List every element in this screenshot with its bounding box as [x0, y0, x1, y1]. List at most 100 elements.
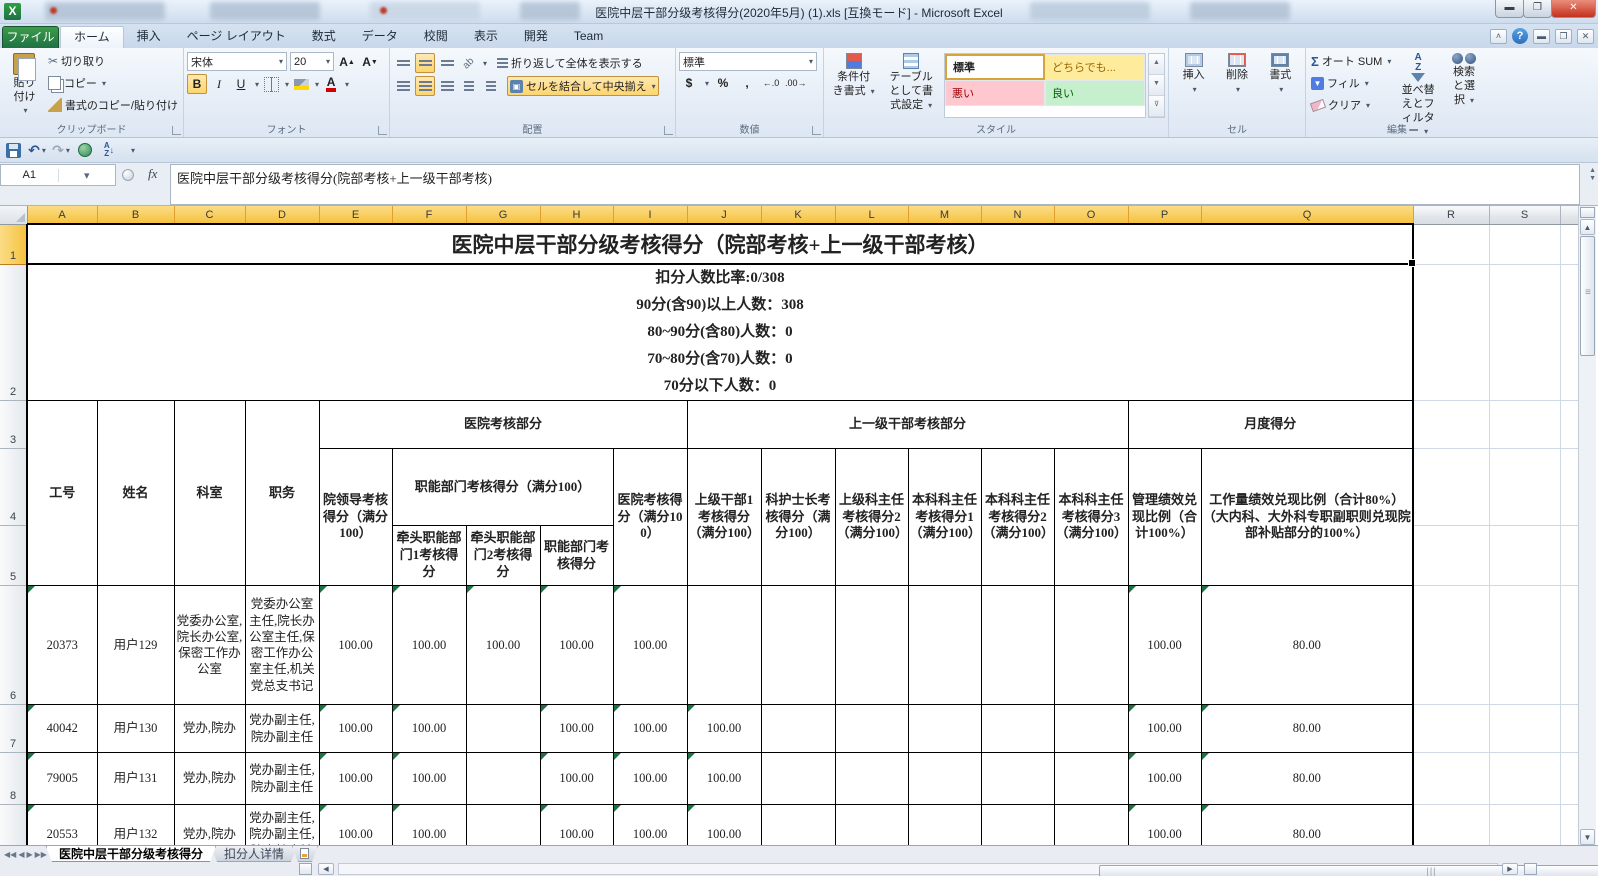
formula-input[interactable]: 医院中层干部分级考核得分(院部考核+上一级干部考核): [170, 164, 1580, 205]
cell-B9[interactable]: 用户132: [97, 805, 174, 846]
formula-bar-expand-icon[interactable]: ▲▼: [1589, 167, 1596, 183]
cell-R3[interactable]: [1413, 401, 1489, 449]
column-header-O[interactable]: O: [1054, 206, 1128, 224]
cell-I9[interactable]: 100.00: [613, 805, 687, 846]
vertical-scroll-thumb[interactable]: [1580, 236, 1595, 356]
scroll-up-icon[interactable]: ▲: [1580, 219, 1595, 235]
cell-D9[interactable]: 党办副主任,院办副主任,院史档案馆: [245, 805, 319, 846]
scroll-right-icon[interactable]: ▶: [1502, 863, 1518, 875]
cell-D8[interactable]: 党办副主任,院办副主任: [245, 753, 319, 805]
cell-R1[interactable]: [1413, 224, 1489, 264]
row-header-9[interactable]: 9: [0, 805, 27, 846]
cell-O8[interactable]: [1054, 753, 1128, 805]
cell-H8[interactable]: 100.00: [540, 753, 613, 805]
cell-N6[interactable]: [981, 586, 1054, 705]
column-header-B[interactable]: B: [97, 206, 174, 224]
stats-summary-cell[interactable]: 扣分人数比率:0/308 90分(含90)以上人数：308 80~90分(含80…: [27, 264, 1413, 401]
header-col-g[interactable]: 牵头职能部门2考核得分: [466, 526, 540, 586]
cell-D6[interactable]: 党委办公室主任,院长办公室主任,保密工作办公室主任,机关党总支书记: [245, 586, 319, 705]
column-header-D[interactable]: D: [245, 206, 319, 224]
ribbon-tab-9[interactable]: Team: [561, 26, 616, 48]
underline-button[interactable]: U: [231, 74, 251, 94]
header-col-m[interactable]: 本科科主任考核得分1（满分100）: [908, 449, 981, 586]
tab-split-box[interactable]: [299, 863, 312, 875]
cell-G6[interactable]: 100.00: [466, 586, 540, 705]
cell-A7[interactable]: 40042: [27, 705, 97, 753]
cell-I8[interactable]: 100.00: [613, 753, 687, 805]
cell-S9[interactable]: [1489, 805, 1560, 846]
number-format-combo[interactable]: 標準▾: [679, 52, 817, 71]
row-header-4[interactable]: 4: [0, 449, 27, 526]
workbook-restore-icon[interactable]: ❐: [1555, 29, 1572, 44]
vertical-split-box[interactable]: [1580, 207, 1595, 218]
cell-P6[interactable]: 100.00: [1128, 586, 1201, 705]
cell-O9[interactable]: [1054, 805, 1128, 846]
insert-cells-button[interactable]: 挿入▾: [1178, 50, 1210, 121]
align-bottom-icon[interactable]: [437, 53, 457, 73]
cell-G7[interactable]: [466, 705, 540, 753]
cell-J6[interactable]: [687, 586, 761, 705]
column-header-C[interactable]: C: [174, 206, 245, 224]
cell-R4[interactable]: [1413, 449, 1489, 526]
column-header-E[interactable]: E: [319, 206, 392, 224]
cell-S3[interactable]: [1489, 401, 1560, 449]
horizontal-split-box[interactable]: [1524, 863, 1537, 875]
save-icon[interactable]: [4, 141, 22, 159]
alignment-dialog-launcher-icon[interactable]: [664, 126, 673, 135]
cell-E7[interactable]: 100.00: [319, 705, 392, 753]
cell-style-bad[interactable]: 悪い: [945, 80, 1045, 106]
header-col-i[interactable]: 医院考核得分（满分100）: [613, 449, 687, 586]
workbook-close-icon[interactable]: ✕: [1577, 29, 1594, 44]
font-color-icon[interactable]: A: [321, 74, 341, 94]
cell-C8[interactable]: 党办,院办: [174, 753, 245, 805]
hyperlink-icon[interactable]: [76, 141, 94, 159]
scroll-down-icon[interactable]: ▼: [1580, 829, 1595, 845]
paste-button[interactable]: 貼り付け▾: [3, 50, 46, 121]
header-employee-id[interactable]: 工号: [27, 401, 97, 586]
cell-O7[interactable]: [1054, 705, 1128, 753]
find-select-button[interactable]: 検索と選択 ▾: [1443, 50, 1485, 121]
cell-E8[interactable]: 100.00: [319, 753, 392, 805]
cell-R5[interactable]: [1413, 526, 1489, 586]
copy-button[interactable]: コピー▾: [46, 72, 180, 94]
header-col-e[interactable]: 院领导考核得分（满分100）: [319, 449, 392, 586]
cell-style-neutral[interactable]: どちらでも...: [1045, 54, 1145, 80]
cell-L7[interactable]: [835, 705, 908, 753]
fx-icon[interactable]: fx: [148, 166, 157, 182]
column-header-A[interactable]: A: [27, 206, 97, 224]
cell-C7[interactable]: 党办,院办: [174, 705, 245, 753]
sort-ascending-icon[interactable]: AZ↓: [100, 141, 118, 159]
header-col-h[interactable]: 职能部门考核得分: [540, 526, 613, 586]
sheet-tab-1[interactable]: 医院中层干部分级考核得分: [46, 846, 216, 862]
cell-K9[interactable]: [761, 805, 835, 846]
cell-Q8[interactable]: 80.00: [1201, 753, 1413, 805]
cell-E6[interactable]: 100.00: [319, 586, 392, 705]
font-dialog-launcher-icon[interactable]: [378, 126, 387, 135]
column-header-P[interactable]: P: [1128, 206, 1201, 224]
ribbon-tab-4[interactable]: 数式: [299, 26, 349, 48]
orientation-icon[interactable]: ab: [459, 53, 479, 73]
collapse-ribbon-icon[interactable]: ˄: [1490, 29, 1507, 44]
cell-I7[interactable]: 100.00: [613, 705, 687, 753]
autosum-button[interactable]: Σオート SUM▾: [1309, 50, 1393, 72]
cell-M9[interactable]: [908, 805, 981, 846]
sheet-tab-2[interactable]: 扣分人详情: [211, 846, 297, 862]
column-header-N[interactable]: N: [981, 206, 1054, 224]
cell-style-good[interactable]: 良い: [1045, 80, 1145, 106]
format-painter-button[interactable]: 書式のコピー/貼り付け: [46, 94, 180, 116]
cell-F9[interactable]: 100.00: [392, 805, 466, 846]
cell-Q7[interactable]: 80.00: [1201, 705, 1413, 753]
align-right-icon[interactable]: [437, 76, 457, 96]
cell-A9[interactable]: 20553: [27, 805, 97, 846]
cut-button[interactable]: ✂切り取り: [46, 50, 180, 72]
cell-R7[interactable]: [1413, 705, 1489, 753]
cell-N9[interactable]: [981, 805, 1054, 846]
grow-font-icon[interactable]: A▲: [337, 52, 357, 72]
cell-F6[interactable]: 100.00: [392, 586, 466, 705]
row-header-8[interactable]: 8: [0, 753, 27, 805]
cell-C9[interactable]: 党办,院办: [174, 805, 245, 846]
name-box[interactable]: A1▾: [0, 164, 116, 186]
cell-B8[interactable]: 用户131: [97, 753, 174, 805]
cell-K6[interactable]: [761, 586, 835, 705]
cell-C6[interactable]: 党委办公室,院长办公室,保密工作办公室: [174, 586, 245, 705]
